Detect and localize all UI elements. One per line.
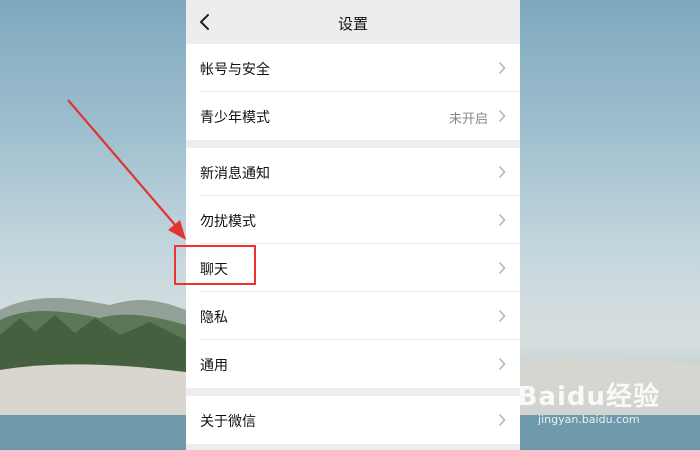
watermark-main: Baidu经验 — [517, 382, 660, 412]
watermark-url: jingyan.baidu.com — [538, 413, 640, 426]
watermark: Baidu经验 jingyan.baidu.com — [518, 376, 660, 426]
